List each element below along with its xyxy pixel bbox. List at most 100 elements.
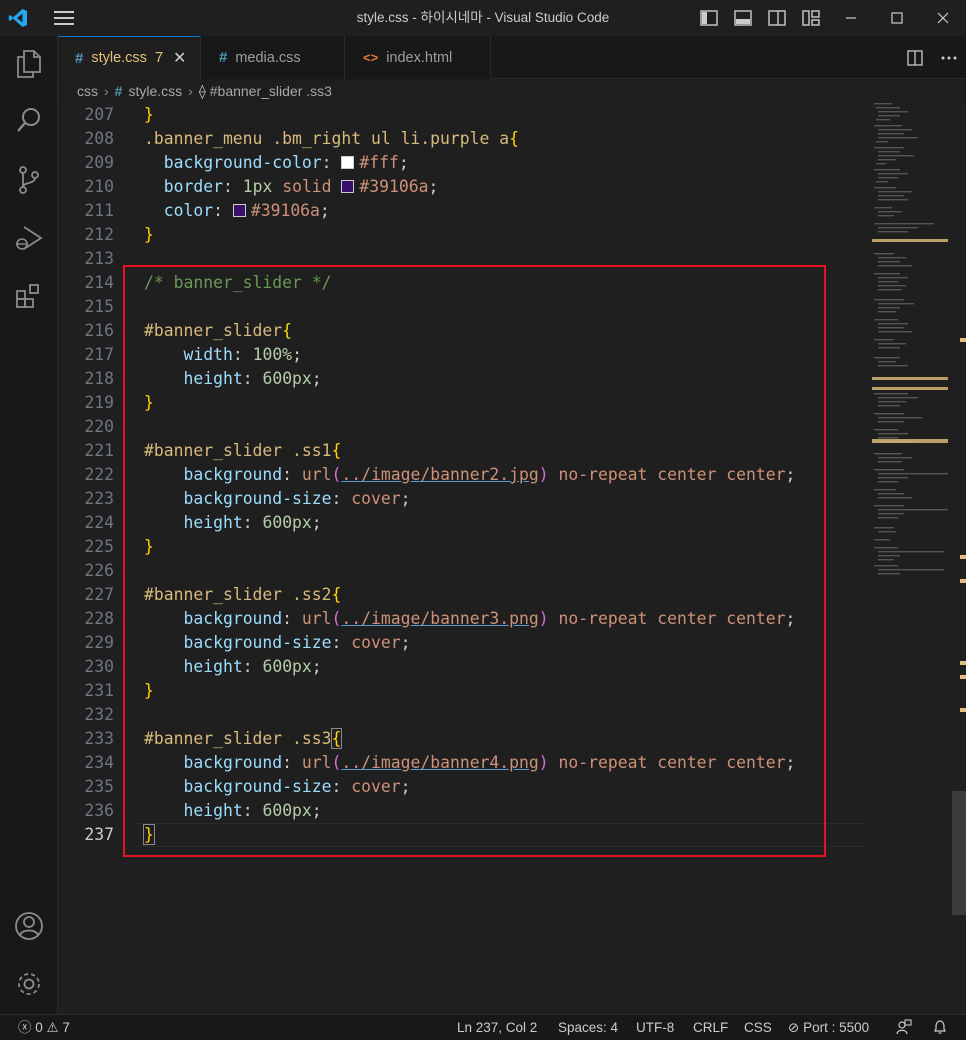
line-number: 211 (84, 201, 114, 220)
html-file-icon: <> (363, 50, 379, 65)
tab-label: media.css (235, 49, 301, 66)
line-number: 233 (84, 729, 114, 748)
color-swatch-white[interactable] (341, 156, 355, 169)
vscode-logo-icon (0, 0, 36, 36)
line-number: 230 (84, 657, 114, 676)
cursor-position[interactable]: Ln 237, Col 2 (457, 1015, 537, 1040)
scrollbar-thumb[interactable] (952, 791, 966, 915)
breadcrumb-symbol[interactable]: #banner_slider .ss3 (210, 83, 332, 99)
error-count: 0 (35, 1020, 43, 1035)
code-line: } (144, 105, 154, 124)
account-icon[interactable] (0, 898, 58, 954)
line-number: 219 (84, 393, 114, 412)
red-highlight-annotation (123, 265, 826, 857)
maximize-icon[interactable] (874, 0, 920, 36)
settings-gear-icon[interactable] (0, 956, 58, 1012)
line-number: 220 (84, 417, 114, 436)
file-encoding[interactable]: UTF-8 (636, 1015, 674, 1040)
line-number: 214 (84, 273, 114, 292)
color-swatch-purple[interactable] (341, 180, 355, 193)
tab-style-css[interactable]: # style.css 7 ✕ (58, 36, 201, 79)
line-number: 225 (84, 537, 114, 556)
line-number: 223 (84, 489, 114, 508)
search-icon[interactable] (0, 93, 58, 149)
line-number: 231 (84, 681, 114, 700)
editor-tab-bar: # style.css 7 ✕ # media.css <> index.htm… (58, 36, 966, 79)
close-tab-icon[interactable]: ✕ (173, 48, 186, 68)
line-number: 212 (84, 225, 114, 244)
error-icon: ⓧ (18, 1020, 32, 1035)
breadcrumb: css › # style.css › ⟠ #banner_slider .ss… (58, 79, 966, 103)
warning-icon: ⚠ (46, 1020, 59, 1035)
live-server-port[interactable]: ⊘ Port : 5500 (788, 1015, 869, 1040)
line-number: 237 (84, 825, 114, 844)
tab-media-css[interactable]: # media.css (201, 36, 345, 79)
activity-bar (0, 36, 58, 1014)
code-line: .banner_menu .bm_right ul li.purple a{ (144, 129, 519, 148)
line-number: 209 (84, 153, 114, 172)
breadcrumb-file[interactable]: style.css (128, 83, 182, 99)
line-number: 227 (84, 585, 114, 604)
hamburger-menu-icon[interactable] (46, 0, 82, 36)
line-number: 232 (84, 705, 114, 724)
css-file-icon: # (114, 83, 123, 99)
line-number: 213 (84, 249, 114, 268)
chevron-right-icon: › (104, 83, 109, 99)
line-number: 216 (84, 321, 114, 340)
notifications-bell-icon[interactable] (932, 1015, 948, 1040)
warning-count: 7 (62, 1020, 70, 1035)
css-file-icon: # (75, 49, 84, 67)
minimap[interactable] (872, 103, 952, 1014)
end-of-line[interactable]: CRLF (693, 1015, 728, 1040)
split-editor-icon[interactable] (898, 40, 932, 76)
line-number: 224 (84, 513, 114, 532)
customize-layout-icon[interactable] (794, 0, 828, 36)
source-control-icon[interactable] (0, 152, 58, 208)
line-number: 229 (84, 633, 114, 652)
vertical-scrollbar[interactable] (952, 103, 966, 1014)
close-window-icon[interactable] (920, 0, 966, 36)
line-number: 221 (84, 441, 114, 460)
breadcrumb-folder[interactable]: css (77, 83, 98, 99)
status-bar: ⓧ 0 ⚠ 7 Ln 237, Col 2 Spaces: 4 UTF-8 CR… (0, 1014, 966, 1040)
tab-label: index.html (386, 49, 453, 66)
problems-indicator[interactable]: ⓧ 0 ⚠ 7 (18, 1015, 70, 1040)
line-number: 222 (84, 465, 114, 484)
extensions-icon[interactable] (0, 268, 58, 324)
line-number: 226 (84, 561, 114, 580)
code-line: color: #39106a; (163, 201, 330, 220)
minimize-icon[interactable] (828, 0, 874, 36)
line-number: 208 (84, 129, 114, 148)
block-icon: ⊘ (788, 1020, 800, 1035)
port-label: Port : 5500 (803, 1020, 870, 1035)
chevron-right-icon: › (188, 83, 193, 99)
code-editor[interactable]: 207 208 209 210 211 212 213 214 215 216 217 218 219 2… (58, 103, 966, 1014)
color-swatch-purple[interactable] (232, 204, 246, 217)
tab-index-html[interactable]: <> index.html (345, 36, 491, 79)
toggle-primary-sidebar-icon[interactable] (692, 0, 726, 36)
line-number: 210 (84, 177, 114, 196)
run-and-debug-icon[interactable] (0, 210, 58, 266)
line-number: 235 (84, 777, 114, 796)
line-number: 215 (84, 297, 114, 316)
line-number: 228 (84, 609, 114, 628)
toggle-secondary-sidebar-icon[interactable] (760, 0, 794, 36)
line-number: 207 (84, 105, 114, 124)
toggle-panel-icon[interactable] (726, 0, 760, 36)
feedback-icon[interactable] (896, 1015, 912, 1040)
title-bar: style.css - 하이시네마 - Visual Studio Code (0, 0, 966, 36)
tab-label: style.css (91, 50, 147, 66)
selector-symbol-icon: ⟠ (198, 82, 206, 99)
line-number: 236 (84, 801, 114, 820)
more-actions-icon[interactable] (932, 40, 966, 76)
css-file-icon: # (219, 49, 228, 66)
line-number: 217 (84, 345, 114, 364)
code-line: } (144, 225, 154, 244)
code-line: background-color: #fff; (163, 153, 409, 172)
line-number: 234 (84, 753, 114, 772)
indentation[interactable]: Spaces: 4 (558, 1015, 618, 1040)
tab-problem-count: 7 (154, 50, 164, 66)
line-number: 218 (84, 369, 114, 388)
explorer-icon[interactable] (0, 36, 58, 92)
language-mode[interactable]: CSS (744, 1015, 772, 1040)
